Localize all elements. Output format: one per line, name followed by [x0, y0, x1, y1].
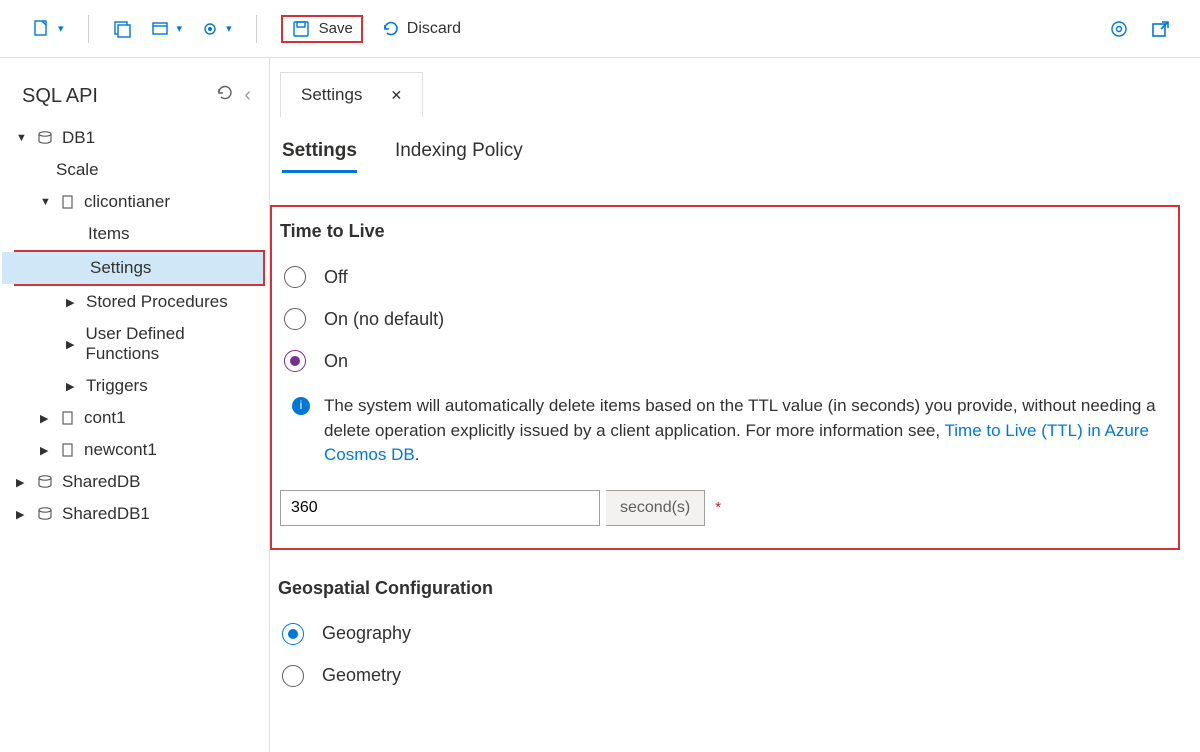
- caret-right-icon: ▶: [16, 508, 28, 521]
- ttl-info: i The system will automatically delete i…: [280, 382, 1160, 476]
- caret-right-icon: ▶: [40, 412, 52, 425]
- chevron-down-icon: ▾: [226, 22, 232, 35]
- radio-label: On: [324, 351, 348, 372]
- tree-shareddb1[interactable]: ▶ SharedDB1: [0, 498, 269, 530]
- document-icon: [60, 194, 76, 210]
- tree-settings[interactable]: Settings: [2, 252, 263, 284]
- database-icon: [36, 505, 54, 523]
- collapse-icon[interactable]: ‹: [244, 84, 251, 108]
- open-external-icon[interactable]: [1150, 18, 1170, 40]
- new-sql-query-button[interactable]: ▾: [32, 19, 64, 39]
- tree-triggers[interactable]: ▶ Triggers: [0, 370, 269, 402]
- close-tab-icon[interactable]: ✕: [390, 87, 402, 104]
- tree-db1[interactable]: ▼ DB1: [0, 122, 269, 154]
- caret-right-icon: ▶: [66, 380, 78, 393]
- tree-cont1[interactable]: ▶ cont1: [0, 402, 269, 434]
- caret-right-icon: ▶: [66, 296, 78, 309]
- toolbar-divider: [88, 15, 89, 43]
- ttl-radio-on-no-default[interactable]: On (no default): [280, 298, 1160, 340]
- radio-label: Geometry: [322, 665, 401, 686]
- caret-right-icon: ▶: [16, 476, 28, 489]
- caret-down-icon: ▼: [16, 132, 28, 144]
- refresh-icon[interactable]: [216, 84, 234, 108]
- radio-label: On (no default): [324, 309, 444, 330]
- subtab-indexing[interactable]: Indexing Policy: [395, 140, 523, 173]
- subtab-settings[interactable]: Settings: [282, 140, 357, 173]
- subtabs: Settings Indexing Policy: [270, 116, 1188, 181]
- caret-right-icon: ▶: [40, 444, 52, 457]
- ttl-value-input[interactable]: [280, 490, 600, 526]
- geo-radio-geography[interactable]: Geography: [278, 613, 1188, 655]
- document-icon: [60, 410, 76, 426]
- tree-label: SharedDB1: [62, 504, 150, 524]
- caret-right-icon: ▶: [66, 338, 77, 351]
- required-indicator: *: [715, 499, 721, 516]
- geo-section: Geospatial Configuration Geography Geome…: [270, 550, 1188, 697]
- new-item-button[interactable]: [113, 19, 133, 39]
- radio-label: Off: [324, 267, 348, 288]
- tree-container[interactable]: ▼ clicontianer: [0, 186, 269, 218]
- gear-icon[interactable]: [1108, 18, 1130, 40]
- new-container-button[interactable]: ▾: [151, 19, 183, 39]
- chevron-down-icon: ▾: [58, 22, 64, 35]
- tree-label: User Defined Functions: [85, 324, 255, 364]
- tree-scale[interactable]: Scale: [0, 154, 269, 186]
- discard-label: Discard: [407, 20, 461, 38]
- radio-icon: [284, 308, 306, 330]
- ttl-radio-off[interactable]: Off: [280, 256, 1160, 298]
- radio-icon-checked: [282, 623, 304, 645]
- geo-title: Geospatial Configuration: [278, 578, 1188, 599]
- tree-label: Triggers: [86, 376, 148, 396]
- radio-label: Geography: [322, 623, 411, 644]
- ttl-title: Time to Live: [280, 221, 1160, 242]
- radio-icon-checked: [284, 350, 306, 372]
- toolbar: ▾ ▾ ▾ Save Discard: [0, 0, 1200, 58]
- tree-label: SharedDB: [62, 472, 140, 492]
- save-label: Save: [319, 20, 353, 37]
- main-content: Settings ✕ Settings Indexing Policy Time…: [270, 58, 1200, 752]
- tree-label: Settings: [90, 258, 151, 278]
- tree-label: newcont1: [84, 440, 157, 460]
- database-icon: [36, 129, 54, 147]
- info-icon: i: [292, 397, 310, 415]
- sidebar: SQL API ‹ ▼ DB1 Scale ▼ clicontianer Ite…: [0, 58, 270, 752]
- ttl-section: Time to Live Off On (no default) On i Th…: [270, 205, 1180, 550]
- chevron-down-icon: ▾: [177, 22, 183, 35]
- tree-udf[interactable]: ▶ User Defined Functions: [0, 318, 269, 370]
- discard-icon: [381, 19, 401, 39]
- tree-shareddb[interactable]: ▶ SharedDB: [0, 466, 269, 498]
- tree-label: Scale: [56, 160, 99, 180]
- save-icon: [291, 19, 311, 39]
- sidebar-title: SQL API: [22, 85, 98, 108]
- caret-down-icon: ▼: [40, 196, 52, 208]
- tabs-row: Settings ✕: [280, 58, 1188, 116]
- save-button[interactable]: Save: [281, 15, 363, 43]
- tree-label: DB1: [62, 128, 95, 148]
- tree-items[interactable]: Items: [0, 218, 269, 250]
- ttl-radio-on[interactable]: On: [280, 340, 1160, 382]
- ttl-unit-label: second(s): [606, 490, 705, 526]
- document-icon: [60, 442, 76, 458]
- tab-settings[interactable]: Settings ✕: [280, 72, 423, 117]
- discard-button[interactable]: Discard: [381, 19, 461, 39]
- geo-radio-geometry[interactable]: Geometry: [278, 655, 1188, 697]
- tree-label: Stored Procedures: [86, 292, 228, 312]
- tab-label: Settings: [301, 85, 362, 105]
- tree-label: Items: [88, 224, 130, 244]
- tree-label: cont1: [84, 408, 126, 428]
- tree-newcont1[interactable]: ▶ newcont1: [0, 434, 269, 466]
- tree-label: clicontianer: [84, 192, 170, 212]
- tree-stored-procedures[interactable]: ▶ Stored Procedures: [0, 286, 269, 318]
- toolbar-divider: [256, 15, 257, 43]
- database-icon: [36, 473, 54, 491]
- settings-dropdown-button[interactable]: ▾: [200, 19, 232, 39]
- radio-icon: [282, 665, 304, 687]
- radio-icon: [284, 266, 306, 288]
